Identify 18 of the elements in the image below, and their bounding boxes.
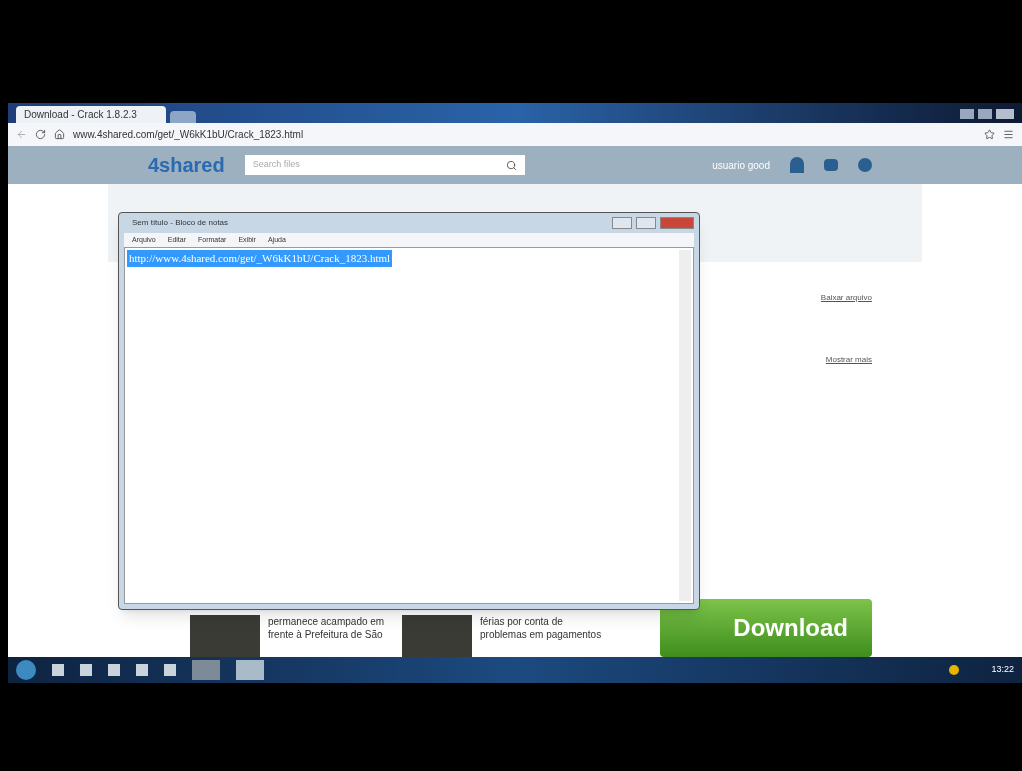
address-field[interactable]: www.4shared.com/get/_W6kK1bU/Crack_1823.html (73, 127, 976, 142)
clock[interactable]: 13:22 (991, 663, 1014, 677)
news-snippet[interactable]: férias por conta de problemas em pagamentos (480, 615, 602, 657)
home-icon[interactable] (54, 129, 65, 140)
notepad-window-title: Sem título - Bloco de notas (132, 217, 229, 229)
photo-placeholder (402, 615, 472, 657)
page-link[interactable]: Mostrar mais (825, 354, 872, 366)
back-icon[interactable] (16, 129, 27, 140)
search-icon[interactable] (505, 159, 517, 171)
new-tab-button[interactable] (170, 111, 196, 123)
star-icon[interactable] (984, 129, 995, 140)
menu-icon[interactable] (1003, 129, 1014, 140)
photo-placeholder (190, 615, 260, 657)
selected-text: http://www.4shared.com/get/_W6kK1bU/Crack_1823.html (127, 250, 393, 267)
news-snippet[interactable]: permanece acampado em frente à Prefeitura de São (268, 615, 390, 657)
page-link[interactable]: Baixar arquivo (820, 292, 872, 304)
reload-icon[interactable] (35, 129, 46, 140)
browser-tab[interactable]: Download - Crack 1.8.2.3 (16, 106, 166, 123)
